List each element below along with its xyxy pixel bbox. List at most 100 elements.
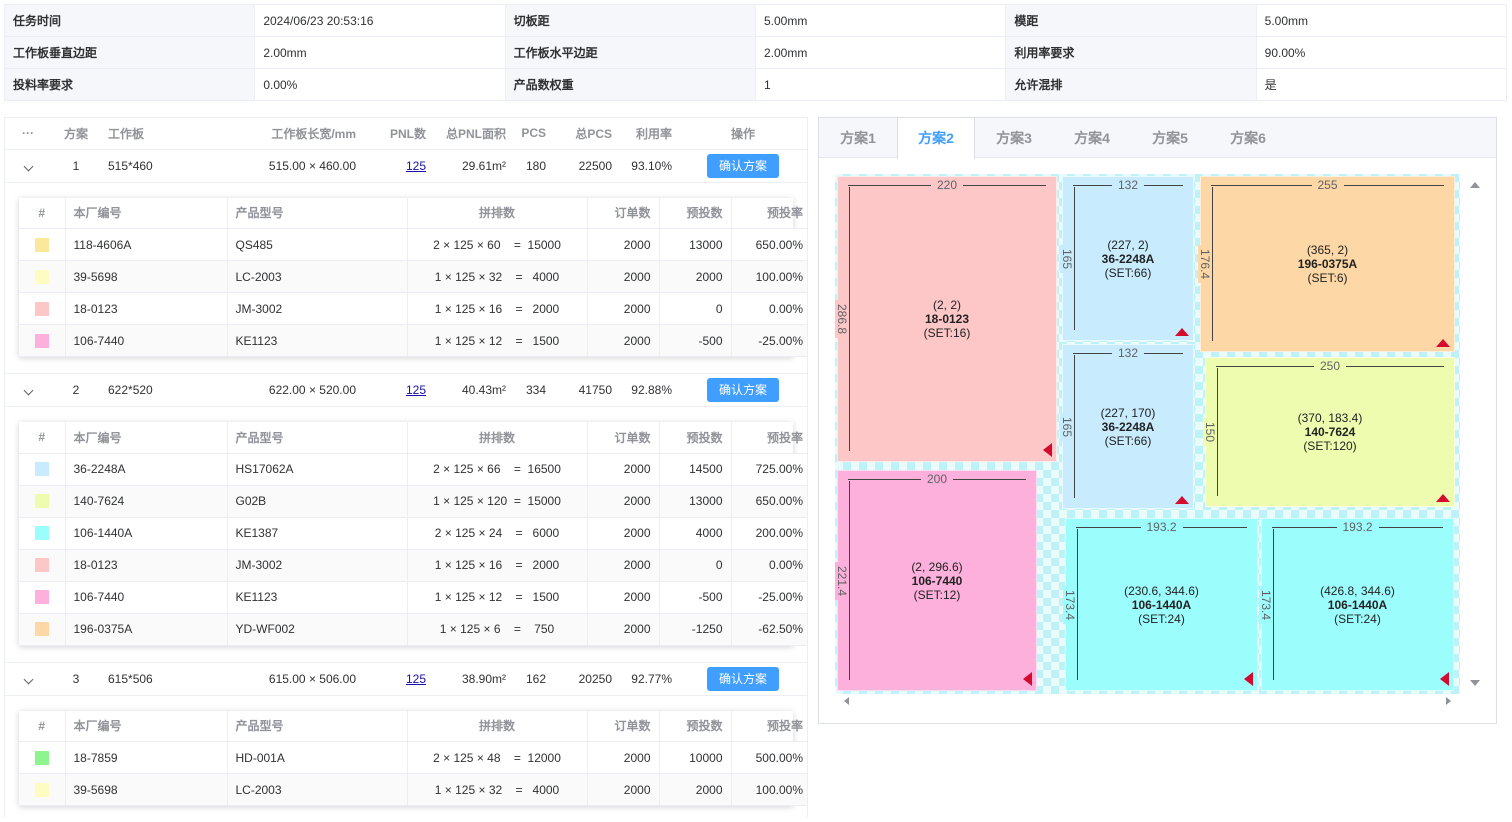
pre-rate: 0.00% <box>730 549 807 582</box>
color-cell <box>19 260 65 293</box>
confirm-plan-button[interactable]: 确认方案 <box>707 153 779 178</box>
pnl-count-link[interactable]: 125 <box>406 159 426 173</box>
piece-width-dim: 220 <box>848 177 1046 192</box>
plan-detail-cell: # 本厂编号 产品型号 拼排数 订单数 预投数 预投率 18-7859 HD-001A 2 × 1… <box>5 695 807 817</box>
piece-set-count: (SET:24) <box>1138 611 1185 626</box>
product-row: 106-7440 KE1123 1 × 125 × 12 = 1500 2000 -50… <box>19 324 807 357</box>
confirm-plan-button[interactable]: 确认方案 <box>707 666 779 691</box>
scroll-left-icon[interactable] <box>844 697 849 705</box>
piece-width-dim: 250 <box>1216 358 1444 373</box>
product-model: KE1123 <box>226 581 407 614</box>
code-column-header: 本厂编号 <box>64 197 227 229</box>
idx-column-header: # <box>19 197 65 229</box>
layout-count: 1 × 125 × 12 = 1500 <box>406 324 587 357</box>
product-code: 18-7859 <box>64 741 227 774</box>
expand-toggle[interactable] <box>5 149 51 183</box>
layout-piece[interactable]: 132 165 (227, 170) 36-2248A (SET:66) <box>1060 344 1194 509</box>
expand-toggle[interactable] <box>5 662 51 696</box>
product-row: 39-5698 LC-2003 1 × 125 × 32 = 4000 2000 200… <box>19 773 807 806</box>
op-cell: 确认方案 <box>679 149 807 183</box>
product-model: LC-2003 <box>226 773 407 806</box>
layout-piece[interactable]: 255 176.4 (365, 2) 196-0375A (SET:6) <box>1198 176 1455 352</box>
piece-position: (426.8, 344.6) <box>1320 583 1395 598</box>
scroll-down-icon[interactable] <box>1470 680 1480 686</box>
color-cell <box>19 324 65 357</box>
info-label: 产品数权重 <box>504 68 756 101</box>
piece-position: (227, 170) <box>1100 405 1156 420</box>
board-column-header: 工作板 <box>101 118 235 150</box>
layout-count: 2 × 125 × 66 = 16500 <box>406 453 587 486</box>
layout-count: 1 × 125 × 16 = 2000 <box>406 292 587 325</box>
orientation-marker-icon <box>1440 672 1449 686</box>
layout-piece[interactable]: 193.2 173.4 (230.6, 344.6) 106-1440A (SET:24… <box>1063 518 1258 691</box>
vertical-scrollbar[interactable] <box>1467 174 1481 694</box>
product-model: JM-3002 <box>226 292 407 325</box>
task-info-table: 任务时间 2024/06/23 20:53:16 切板距 5.00mm 模距 5.00mm… <box>3 4 1508 101</box>
tab-plan-5[interactable]: 方案5 <box>1131 118 1209 157</box>
tab-plan-3[interactable]: 方案3 <box>975 118 1053 157</box>
piece-info: (370, 183.4) 140-7624 (SET:120) <box>1206 411 1454 453</box>
layout-piece[interactable]: 132 165 (227, 2) 36-2248A (SET:66) <box>1060 176 1194 341</box>
piece-position: (370, 183.4) <box>1297 411 1363 425</box>
scroll-up-icon[interactable] <box>1470 182 1480 188</box>
horizontal-scrollbar[interactable] <box>835 694 1460 708</box>
product-row: 118-4606A QS485 2 × 125 × 60 = 15000 2000 13… <box>19 228 807 261</box>
order-column-header: 订单数 <box>586 710 659 742</box>
piece-info: (365, 2) 196-0375A (SET:6) <box>1201 243 1454 285</box>
confirm-plan-button[interactable]: 确认方案 <box>707 378 779 402</box>
pnl-count-link[interactable]: 125 <box>406 383 426 397</box>
tab-plan-4[interactable]: 方案4 <box>1053 118 1131 157</box>
layout-piece[interactable]: 193.2 173.4 (426.8, 344.6) 106-1440A (SET:24… <box>1259 518 1454 691</box>
info-value: 90.00% <box>1255 36 1508 69</box>
chevron-down-icon[interactable] <box>23 161 33 171</box>
layout-piece[interactable]: 250 150 (370, 183.4) 140-7624 (SET:120) <box>1203 357 1455 507</box>
pre-count: -500 <box>658 324 731 357</box>
pre-count: -500 <box>658 581 731 614</box>
layout-count: 1 × 125 × 16 = 2000 <box>406 549 587 582</box>
layout-count: 2 × 125 × 48 = 12000 <box>406 741 587 774</box>
pre-rate: 100.00% <box>730 773 807 806</box>
order-count: 2000 <box>586 485 659 518</box>
piece-width-dim: 255 <box>1211 177 1444 192</box>
pcs-column-header: PCS <box>513 118 553 150</box>
info-value: 5.00mm <box>1255 4 1508 37</box>
layout-piece[interactable]: 220 286.8 (2, 2) 18-0123 (SET:16) <box>835 176 1057 462</box>
product-color-swatch <box>34 237 49 252</box>
plan-tabs: 方案1 方案2 方案3 方案4 方案5 方案6 <box>819 118 1496 159</box>
scroll-right-icon[interactable] <box>1446 697 1451 705</box>
layout-piece[interactable]: 200 221.4 (2, 296.6) 106-7440 (SET:12) <box>835 470 1037 691</box>
layout-column-header: 拼排数 <box>406 197 587 229</box>
expand-toggle[interactable] <box>5 373 51 407</box>
tab-plan-1[interactable]: 方案1 <box>819 118 897 157</box>
plan-row: 1 515*460 515.00 × 460.00 125 29.61m² 180 2250… <box>5 149 807 183</box>
piece-part-number: 36-2248A <box>1101 251 1155 266</box>
orientation-marker-icon <box>1175 496 1189 504</box>
pnl-cell: 125 <box>363 373 433 407</box>
piece-part-number: 140-7624 <box>1304 425 1356 439</box>
pre-rate: -25.00% <box>730 324 807 357</box>
order-count: 2000 <box>586 260 659 293</box>
layout-count: 2 × 125 × 24 = 6000 <box>406 517 587 550</box>
product-color-swatch <box>34 590 49 605</box>
pnl-count-link[interactable]: 125 <box>406 672 426 686</box>
tab-plan-6[interactable]: 方案6 <box>1209 118 1287 157</box>
product-color-swatch <box>34 494 49 509</box>
order-count: 2000 <box>586 324 659 357</box>
tab-plan-2[interactable]: 方案2 <box>897 118 975 159</box>
plan-list: ··· 方案 工作板 工作板长宽/mm PNL数 总PNL面积 PCS 总PCS… <box>4 117 808 817</box>
model-column-header: 产品型号 <box>226 197 407 229</box>
product-code: 36-2248A <box>64 453 227 486</box>
more-column-header[interactable]: ··· <box>5 118 51 150</box>
pre-rate: 725.00% <box>730 453 807 486</box>
chevron-down-icon[interactable] <box>23 674 33 684</box>
product-table-card: # 本厂编号 产品型号 拼排数 订单数 预投数 预投率 36-2248A HS17062A 2 ×… <box>19 422 807 646</box>
pnl-cell: 125 <box>363 662 433 696</box>
piece-info: (426.8, 344.6) 106-1440A (SET:24) <box>1262 584 1453 626</box>
info-row: 工作板垂直边距 2.00mm 工作板水平边距 2.00mm 利用率要求 90.00% <box>3 36 1508 69</box>
piece-part-number: 18-0123 <box>924 312 970 326</box>
board-size: 515.00 × 460.00 <box>235 149 363 183</box>
order-count: 2000 <box>586 453 659 486</box>
pre-column-header: 预投数 <box>658 710 731 742</box>
color-cell <box>19 453 65 486</box>
chevron-down-icon[interactable] <box>23 385 33 396</box>
